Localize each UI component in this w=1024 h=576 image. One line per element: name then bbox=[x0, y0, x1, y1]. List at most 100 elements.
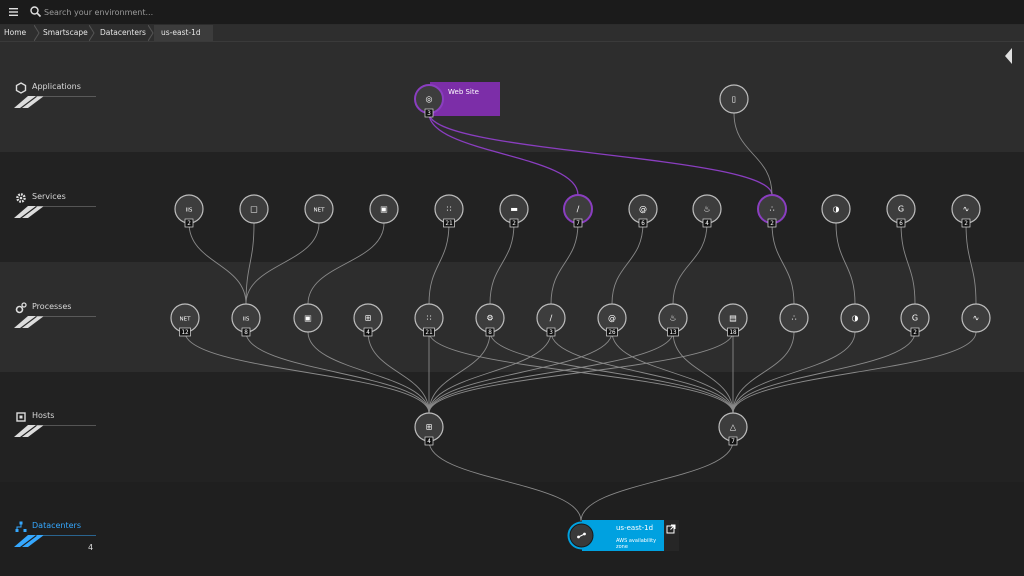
services-node-database[interactable]: □ bbox=[239, 194, 269, 224]
dotnet-icon: NET bbox=[180, 317, 192, 323]
breadcrumb-separator bbox=[89, 25, 95, 41]
services-node-java[interactable]: ♨4 bbox=[692, 194, 722, 228]
menu-button[interactable] bbox=[4, 3, 22, 21]
top-bar bbox=[0, 0, 1024, 25]
java-icon: ♨ bbox=[703, 205, 710, 214]
half-moon-icon: ◑ bbox=[833, 205, 840, 214]
processes-node-image-service[interactable]: ▣ bbox=[293, 303, 323, 333]
smartscape-canvas: Applications Services Processes Hosts Da… bbox=[0, 42, 1024, 576]
processes-node-boxes[interactable]: ▤ 18 bbox=[718, 303, 748, 337]
count-badge-label: 3 bbox=[549, 329, 553, 336]
count-badge-label: 7 bbox=[731, 438, 735, 445]
breadcrumb-smartscape[interactable]: Smartscape bbox=[43, 25, 88, 41]
processes-node-golang[interactable]: G2 bbox=[900, 303, 930, 337]
external-link-icon bbox=[666, 524, 676, 534]
services-node-golang[interactable]: G6 bbox=[886, 194, 916, 228]
golang-icon: G bbox=[912, 314, 918, 323]
services-node-cluster[interactable]: ∷ 21 bbox=[434, 194, 464, 228]
dependency-link bbox=[188, 222, 247, 305]
count-badge-label: 2 bbox=[913, 329, 917, 336]
dependency-link bbox=[428, 222, 450, 305]
breadcrumb-current[interactable]: us-east-1d bbox=[154, 25, 213, 41]
count-badge-label: 2 bbox=[770, 220, 774, 227]
iis-icon: IIS bbox=[186, 208, 193, 214]
dependency-link bbox=[900, 222, 916, 305]
services-node-nodes[interactable]: ∴2 bbox=[757, 194, 787, 228]
dependency-link bbox=[428, 331, 552, 414]
services-node-half-moon[interactable]: ◑ bbox=[821, 194, 851, 224]
datacenter-node[interactable] bbox=[566, 520, 598, 551]
open-details-button[interactable] bbox=[664, 520, 679, 551]
selected-link bbox=[428, 112, 579, 196]
processes-node-iis[interactable]: IIS 8 bbox=[231, 303, 261, 337]
java-icon: ♨ bbox=[669, 314, 676, 323]
linux-icon: △ bbox=[730, 423, 737, 432]
count-badge-label: 2 bbox=[964, 220, 968, 227]
datacenter-name: us-east-1d bbox=[616, 524, 654, 532]
cluster-icon: ∷ bbox=[446, 205, 451, 214]
hosts-node-linux[interactable]: △7 bbox=[718, 412, 748, 446]
dependency-link bbox=[245, 222, 255, 305]
dotnet-icon: NET bbox=[314, 208, 326, 214]
count-badge-label: 4 bbox=[427, 438, 431, 445]
processes-node-gear[interactable]: ⚙8 bbox=[475, 303, 505, 337]
breadcrumb-datacenters[interactable]: Datacenters bbox=[100, 25, 146, 41]
dependency-link bbox=[184, 331, 430, 414]
globe-icon: ◎ bbox=[426, 95, 433, 104]
services-node-iis[interactable]: IIS 2 bbox=[174, 194, 204, 228]
search-input[interactable] bbox=[44, 3, 444, 21]
processes-node-wave[interactable]: ∿ bbox=[961, 303, 991, 333]
count-badge-label: 21 bbox=[425, 329, 433, 336]
dependency-link bbox=[428, 331, 734, 414]
services-node-at[interactable]: @6 bbox=[628, 194, 658, 228]
search-icon bbox=[30, 6, 42, 18]
processes-node-half-moon[interactable]: ◑ bbox=[840, 303, 870, 333]
count-badge-label: 2 bbox=[187, 220, 191, 227]
breadcrumb-home[interactable]: Home bbox=[4, 25, 26, 41]
nodes-icon: ∴ bbox=[791, 314, 796, 323]
services-node-image-service[interactable]: ▣ bbox=[369, 194, 399, 224]
processes-node-windows[interactable]: ⊞4 bbox=[353, 303, 383, 337]
dependency-link bbox=[732, 331, 916, 414]
breadcrumb: Home Smartscape Datacenters us-east-1d bbox=[0, 25, 1024, 42]
datacenter-card[interactable]: us-east-1d AWS availability zone bbox=[566, 520, 679, 551]
hamburger-icon bbox=[8, 8, 18, 16]
count-badge-label: 2 bbox=[512, 220, 516, 227]
dependency-link bbox=[965, 222, 977, 305]
count-badge-label: 12 bbox=[181, 329, 189, 336]
dependency-link bbox=[245, 222, 320, 305]
applications-node-mobile-app[interactable]: ▯ bbox=[719, 84, 749, 114]
processes-node-feather[interactable]: ∕3 bbox=[536, 303, 566, 337]
processes-node-nodes[interactable]: ∴ bbox=[779, 303, 809, 333]
feather-icon: ∕ bbox=[577, 205, 580, 214]
golang-icon: G bbox=[898, 205, 904, 214]
image-service-icon: ▣ bbox=[304, 314, 312, 323]
dependency-link bbox=[732, 331, 977, 414]
services-node-feather[interactable]: ∕7 bbox=[563, 194, 593, 228]
services-node-message-queue[interactable]: ▬2 bbox=[499, 194, 529, 228]
processes-node-dotnet[interactable]: NET 12 bbox=[170, 303, 200, 337]
iis-icon: IIS bbox=[243, 317, 250, 323]
services-node-wave[interactable]: ∿2 bbox=[951, 194, 981, 228]
processes-node-java[interactable]: ♨ 13 bbox=[658, 303, 688, 337]
hosts-node-windows[interactable]: ⊞4 bbox=[414, 412, 444, 446]
applications-node-globe[interactable]: ◎3 bbox=[414, 84, 444, 118]
processes-node-cluster[interactable]: ∷ 21 bbox=[414, 303, 444, 337]
image-service-icon: ▣ bbox=[380, 205, 388, 214]
dependency-link bbox=[611, 331, 734, 414]
dependency-link bbox=[428, 440, 582, 522]
count-badge-label: 8 bbox=[244, 329, 248, 336]
feather-icon: ∕ bbox=[550, 314, 553, 323]
windows-icon: ⊞ bbox=[426, 423, 433, 432]
processes-node-at[interactable]: @26 bbox=[597, 303, 627, 337]
message-queue-icon: ▬ bbox=[510, 205, 518, 214]
dependency-link bbox=[307, 222, 385, 305]
database-icon: □ bbox=[250, 205, 258, 214]
selected-link bbox=[428, 112, 773, 196]
count-badge-label: 6 bbox=[641, 220, 645, 227]
services-node-dotnet[interactable]: NET bbox=[304, 194, 334, 224]
dependency-link bbox=[428, 331, 674, 414]
dependency-link bbox=[245, 331, 430, 414]
dependency-link bbox=[489, 331, 734, 414]
count-badge-label: 21 bbox=[445, 220, 453, 227]
